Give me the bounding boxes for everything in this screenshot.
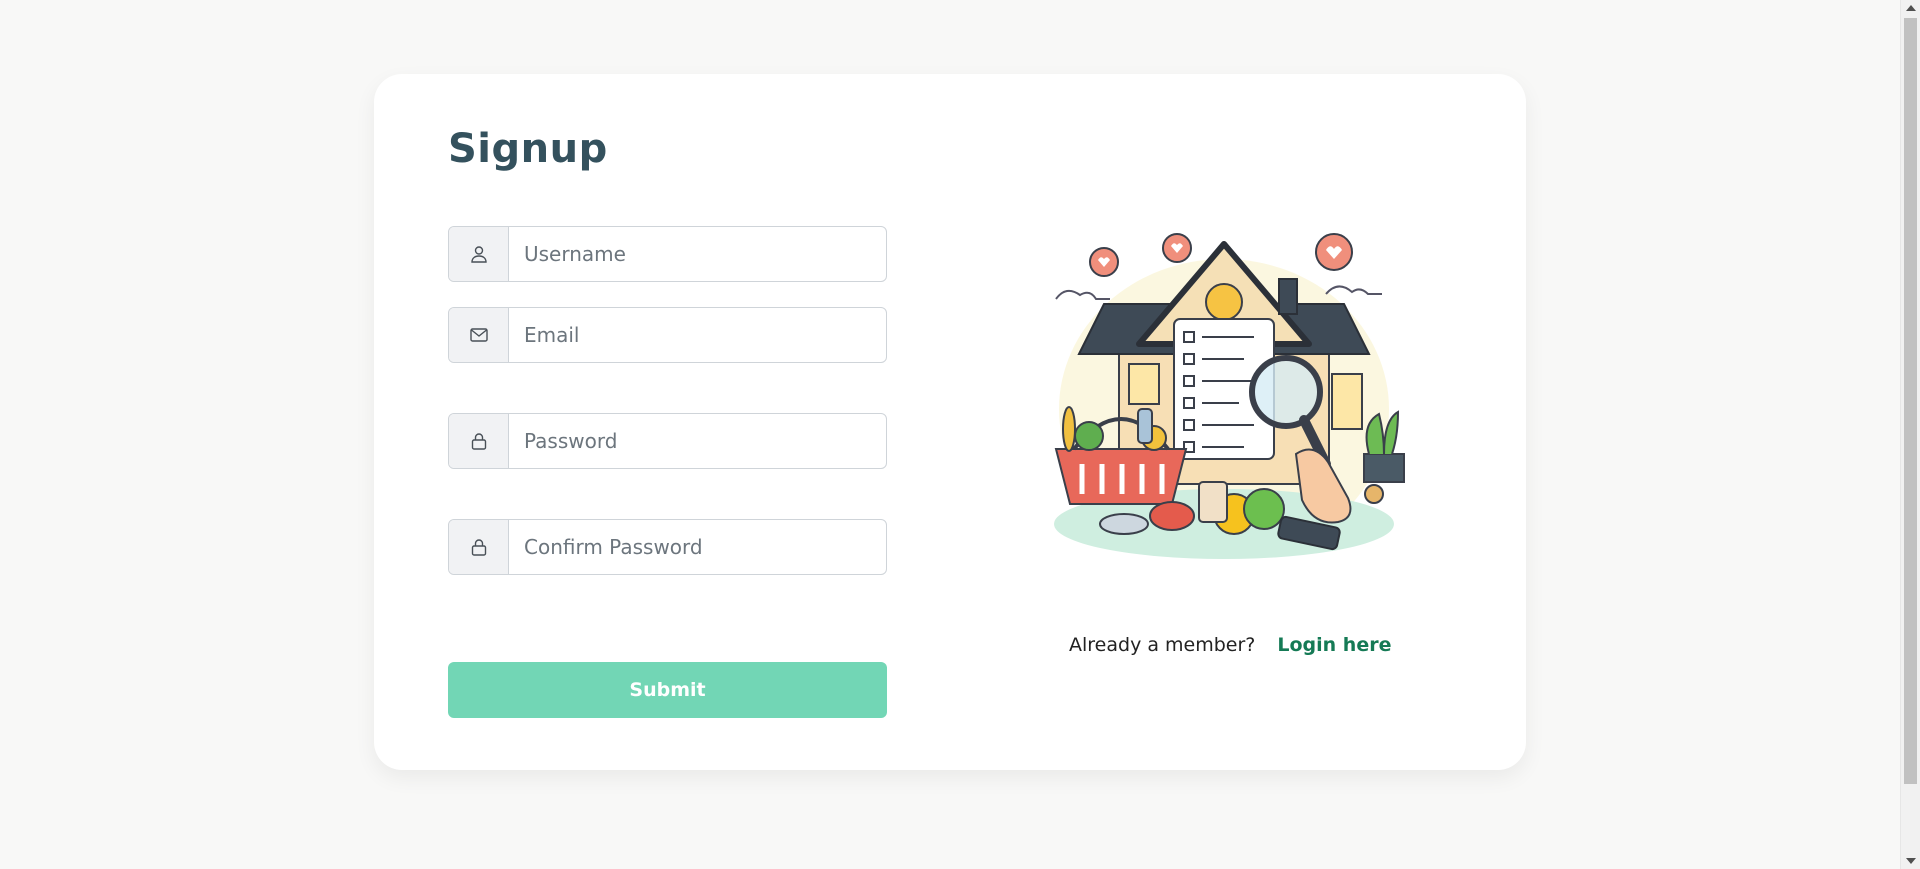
member-text: Already a member? <box>1069 634 1256 656</box>
password-input[interactable] <box>509 414 886 468</box>
confirm-password-field-group <box>448 519 887 575</box>
login-link[interactable]: Login here <box>1277 634 1391 656</box>
login-prompt: Already a member? Login here <box>1069 634 1391 656</box>
page-scrollbar[interactable] <box>1900 0 1920 869</box>
lock-icon <box>449 520 509 574</box>
signup-card: Signup Username Email Submit Already a m… <box>374 74 1526 770</box>
page-title: Signup <box>448 126 608 172</box>
user-icon <box>449 227 509 281</box>
confirm-password-input[interactable] <box>509 520 886 574</box>
lock-icon <box>449 414 509 468</box>
username-field-group <box>448 226 887 282</box>
email-input[interactable] <box>509 308 886 362</box>
envelope-icon <box>449 308 509 362</box>
submit-button[interactable]: Submit <box>448 662 887 718</box>
username-input[interactable] <box>509 227 886 281</box>
scroll-down-arrow-icon[interactable] <box>1906 858 1916 864</box>
scroll-up-arrow-icon[interactable] <box>1906 5 1916 11</box>
email-field-group <box>448 307 887 363</box>
password-field-group <box>448 413 887 469</box>
house-grocery-checklist-illustration <box>1054 233 1405 559</box>
scrollbar-thumb[interactable] <box>1904 18 1917 784</box>
